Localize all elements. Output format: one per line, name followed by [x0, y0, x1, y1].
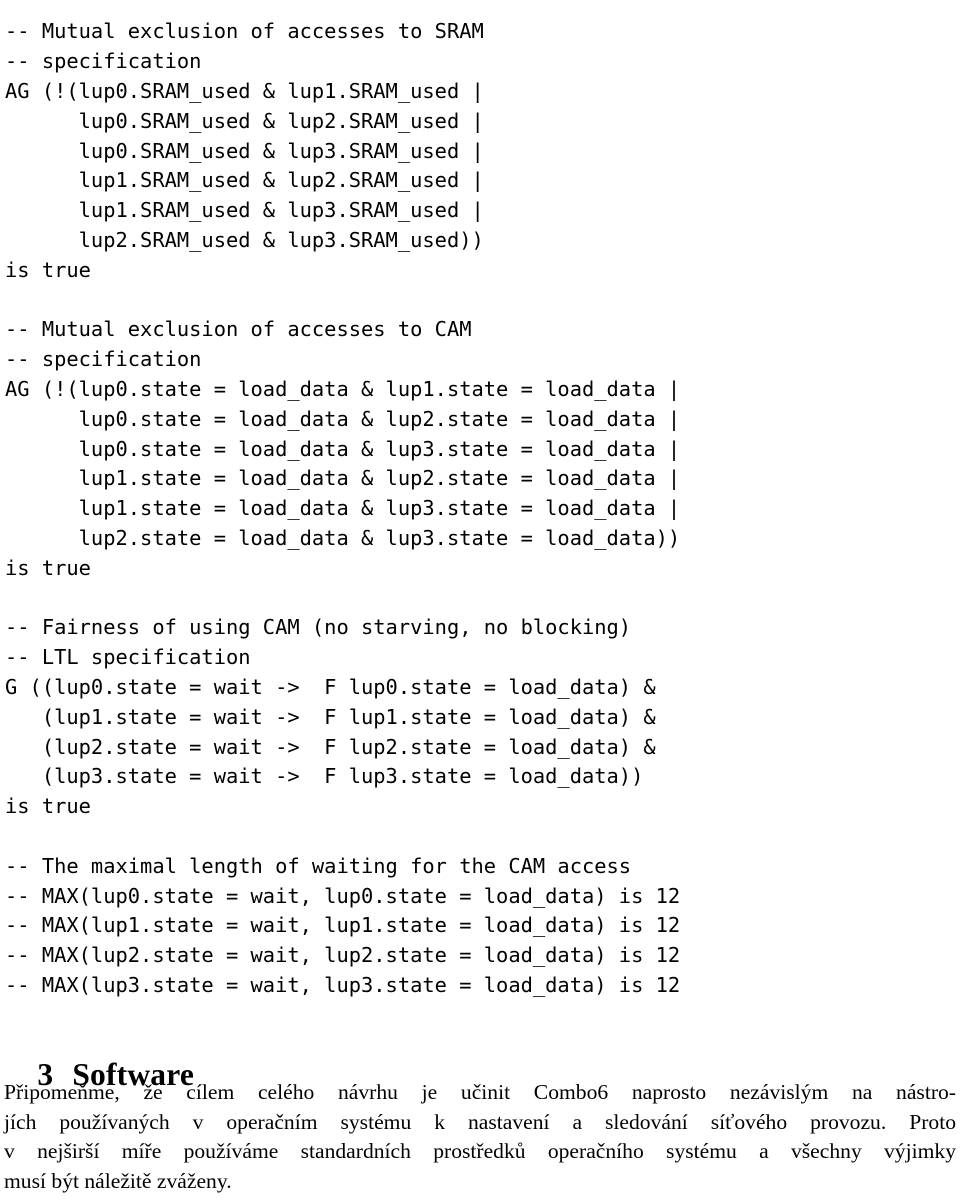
code-line: lup0.SRAM_used & lup3.SRAM_used | — [5, 138, 484, 163]
code-line: lup1.SRAM_used & lup2.SRAM_used | — [5, 168, 484, 193]
code-line: AG (!(lup0.state = load_data & lup1.stat… — [5, 376, 681, 401]
code-line: -- Mutual exclusion of accesses to CAM — [5, 317, 472, 342]
code-line: lup1.state = load_data & lup3.state = lo… — [5, 496, 681, 521]
code-line: -- MAX(lup2.state = wait, lup2.state = l… — [5, 943, 681, 968]
code-line: -- MAX(lup3.state = wait, lup3.state = l… — [5, 972, 681, 997]
code-line: -- The maximal length of waiting for the… — [5, 853, 632, 878]
code-listing: -- Mutual exclusion of accesses to SRAM -… — [5, 17, 955, 1000]
code-line: lup1.state = load_data & lup2.state = lo… — [5, 466, 681, 491]
code-line: lup0.SRAM_used & lup2.SRAM_used | — [5, 108, 484, 133]
code-line: (lup1.state = wait -> F lup1.state = loa… — [5, 704, 656, 729]
code-line: -- MAX(lup0.state = wait, lup0.state = l… — [5, 883, 681, 908]
code-line: lup1.SRAM_used & lup3.SRAM_used | — [5, 198, 484, 223]
body-paragraph: Připomeňme, že cílem celého návrhu je uč… — [4, 1078, 956, 1196]
code-line: lup0.state = load_data & lup2.state = lo… — [5, 406, 681, 431]
code-line: is true — [5, 257, 91, 282]
code-line: -- Fairness of using CAM (no starving, n… — [5, 615, 632, 640]
code-line: lup0.state = load_data & lup3.state = lo… — [5, 436, 681, 461]
code-line: lup2.state = load_data & lup3.state = lo… — [5, 525, 681, 550]
code-line: G ((lup0.state = wait -> F lup0.state = … — [5, 674, 656, 699]
code-line: is true — [5, 794, 91, 819]
paragraph-line: musí být náležitě zváženy. — [4, 1168, 232, 1193]
document-page: -- Mutual exclusion of accesses to SRAM -… — [0, 0, 960, 1201]
code-line: -- MAX(lup1.state = wait, lup1.state = l… — [5, 913, 681, 938]
code-line: AG (!(lup0.SRAM_used & lup1.SRAM_used | — [5, 78, 484, 103]
paragraph-line: Připomeňme, že cílem celého návrhu je uč… — [4, 1080, 956, 1104]
code-line: lup2.SRAM_used & lup3.SRAM_used)) — [5, 227, 484, 252]
code-line: is true — [5, 555, 91, 580]
code-line: -- specification — [5, 49, 202, 74]
code-line: -- LTL specification — [5, 645, 251, 670]
code-line: (lup2.state = wait -> F lup2.state = loa… — [5, 734, 656, 759]
paragraph-line: jích používaných v operačním systému k n… — [4, 1109, 956, 1134]
code-line: -- Mutual exclusion of accesses to SRAM — [5, 19, 484, 44]
code-line: (lup3.state = wait -> F lup3.state = loa… — [5, 764, 644, 789]
paragraph-line: v nejširší míře používáme standardních p… — [4, 1139, 956, 1164]
code-line: -- specification — [5, 347, 202, 372]
